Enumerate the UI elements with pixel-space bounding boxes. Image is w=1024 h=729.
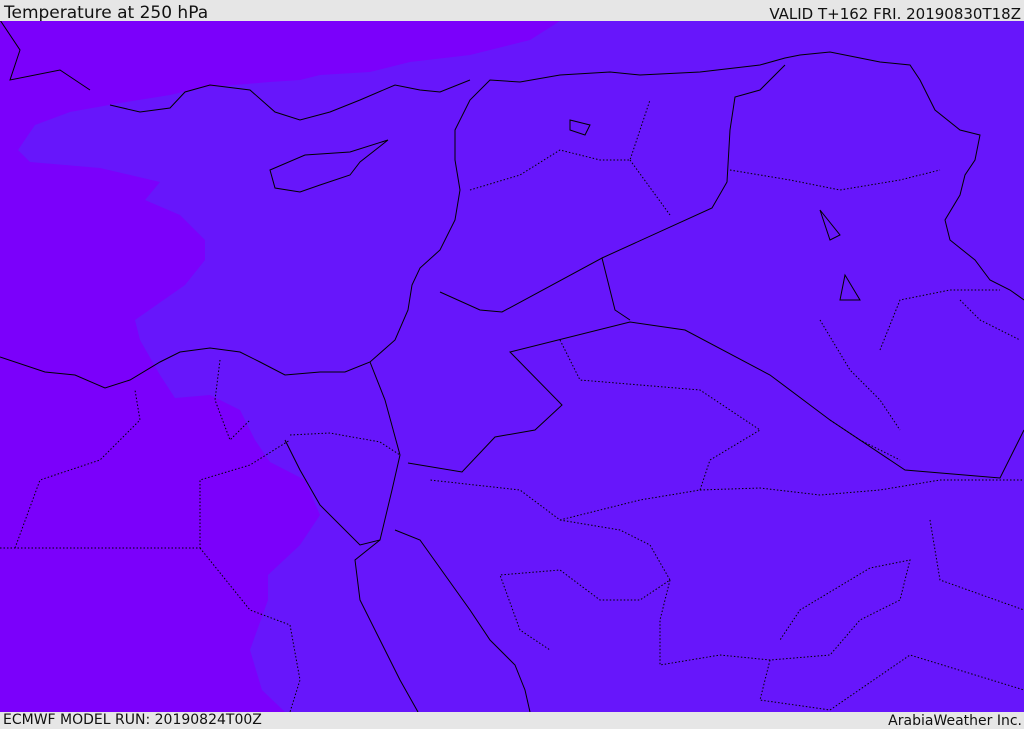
map-title: Temperature at 250 hPa: [4, 3, 209, 23]
footer-bar: ECMWF MODEL RUN: 20190824T00Z ArabiaWeat…: [0, 712, 1024, 729]
weather-map: [0, 21, 1024, 712]
brand-credit: ArabiaWeather Inc.: [888, 713, 1022, 729]
model-run: ECMWF MODEL RUN: 20190824T00Z: [3, 712, 262, 728]
header-bar: Temperature at 250 hPa VALID T+162 FRI. …: [0, 0, 1024, 23]
